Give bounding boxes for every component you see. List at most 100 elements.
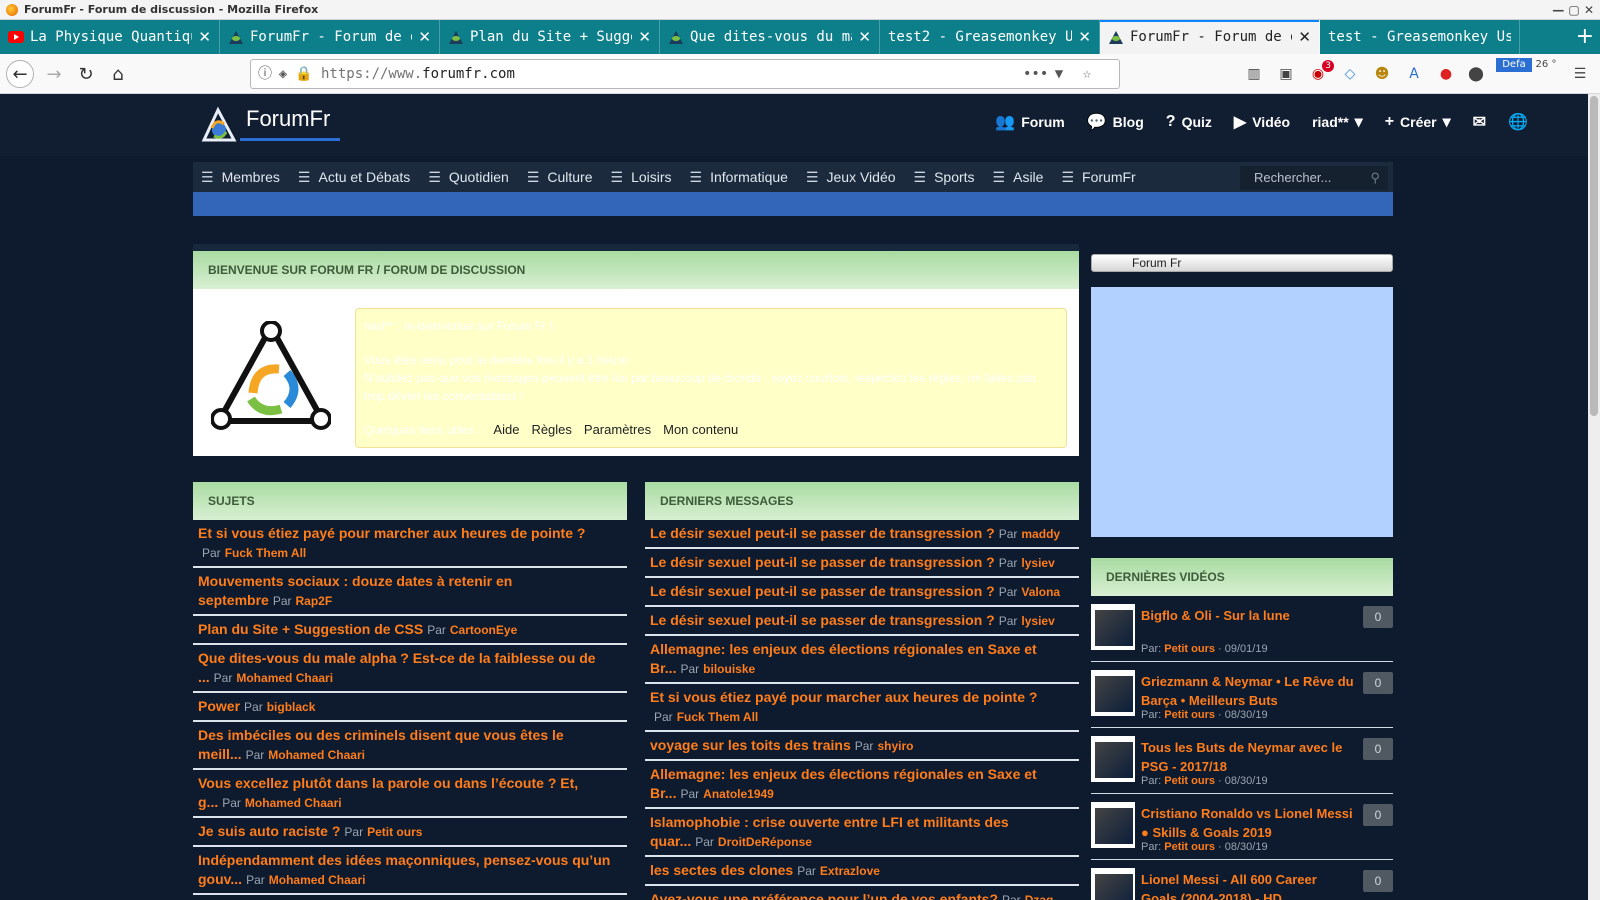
category-loisirs[interactable]: ☰ Loisirs [611, 169, 672, 186]
topic-title-link[interactable]: Plan du Site + Suggestion de CSS [198, 621, 423, 637]
close-tab-icon[interactable]: ✕ [198, 29, 211, 45]
category-culture[interactable]: ☰ Culture [527, 169, 593, 186]
tab-plan-du-site[interactable]: Plan du Site + Sugge ✕ [440, 20, 660, 54]
weather-label[interactable]: Defa [1496, 58, 1532, 72]
category-jeux-video[interactable]: ☰ Jeux Vidéo [806, 169, 896, 186]
topic-title-link[interactable]: Avez-vous une préférence pour l’un de vo… [650, 891, 998, 900]
ublock-icon[interactable]: ◉ 3 [1308, 60, 1334, 84]
video-thumbnail[interactable] [1091, 604, 1135, 650]
author-link[interactable]: lysiev [1021, 556, 1054, 570]
topic-title-link[interactable]: Le désir sexuel peut-il se passer de tra… [650, 554, 995, 570]
author-link[interactable]: Mohamed Chaari [236, 671, 333, 685]
weather-temp[interactable]: 26 ° [1530, 58, 1562, 72]
link-parametres[interactable]: Paramètres [584, 421, 651, 439]
nav-forum[interactable]: 👥 Forum [995, 112, 1064, 132]
close-tab-icon[interactable]: ✕ [1298, 29, 1311, 45]
close-tab-icon[interactable]: ✕ [858, 29, 871, 45]
home-button[interactable]: ⌂ [104, 60, 132, 88]
topic-title-link[interactable]: Mouvements sociaux : douze dates à reten… [198, 573, 512, 608]
close-tab-icon[interactable]: ✕ [418, 29, 431, 45]
author-link[interactable]: Mohamed Chaari [269, 873, 366, 887]
category-actu[interactable]: ☰ Actu et Débats [298, 169, 410, 186]
link-regles[interactable]: Règles [531, 421, 571, 439]
topic-title-link[interactable]: Le désir sexuel peut-il se passer de tra… [650, 583, 995, 599]
topic-title-link[interactable]: les sectes des clones [650, 862, 793, 878]
video-thumbnail[interactable] [1091, 736, 1135, 782]
tab-test2[interactable]: test2 - Greasemonkey Us ✕ [880, 20, 1100, 54]
author-link[interactable]: Anatole1949 [703, 787, 774, 801]
nav-quiz[interactable]: ? Quiz [1166, 113, 1212, 131]
code-extension-icon[interactable]: ◇ [1340, 64, 1360, 84]
back-button[interactable]: ← [6, 60, 34, 88]
search-input[interactable]: Rechercher... ⚲ [1240, 166, 1388, 190]
author-link[interactable]: Extrazlove [820, 864, 880, 878]
logo-text[interactable]: ForumFr [246, 106, 330, 132]
translate-icon[interactable]: A [1404, 64, 1424, 84]
author-link[interactable]: Petit ours [1164, 841, 1215, 853]
tab-male-alpha[interactable]: Que dites-vous du ma ✕ [660, 20, 880, 54]
author-link[interactable]: Petit ours [1164, 775, 1215, 787]
shield-icon[interactable]: ◈ [275, 66, 291, 82]
author-link[interactable]: Petit ours [367, 825, 422, 839]
link-aide[interactable]: Aide [493, 421, 519, 439]
video-thumbnail[interactable] [1091, 670, 1135, 716]
topic-title-link[interactable]: Et si vous étiez payé pour marcher aux h… [650, 689, 1037, 705]
extension-red-icon[interactable]: ● [1436, 64, 1456, 84]
author-link[interactable]: Mohamed Chaari [268, 748, 365, 762]
topic-title-link[interactable]: Power [198, 698, 240, 714]
author-link[interactable]: DroitDeRéponse [718, 835, 812, 849]
sidebar-icon[interactable]: ▣ [1276, 64, 1296, 84]
search-icon[interactable]: ⚲ [1370, 166, 1380, 190]
author-link[interactable]: lysiev [1021, 614, 1054, 628]
page-actions-icon[interactable]: ••• [1023, 66, 1048, 82]
url-bar[interactable]: ⓘ ◈ 🔒 https://www.forumfr.com ••• ▼ ☆ [250, 59, 1120, 89]
author-link[interactable]: bigblack [267, 700, 316, 714]
close-tab-icon[interactable]: ✕ [638, 29, 651, 45]
tab-test[interactable]: test - Greasemonkey Us [1320, 20, 1520, 54]
nav-video[interactable]: ▶ Vidéo [1234, 112, 1290, 132]
topic-title-link[interactable]: Le désir sexuel peut-il se passer de tra… [650, 612, 995, 628]
nav-blog[interactable]: 💬 Blog [1087, 112, 1144, 132]
forward-button[interactable]: → [40, 60, 68, 88]
category-forumfr[interactable]: ☰ ForumFr [1061, 169, 1135, 186]
menu-icon[interactable]: ☰ [1570, 64, 1590, 84]
window-controls[interactable]: — ▢ ✕ [1552, 0, 1594, 20]
author-link[interactable]: maddy [1021, 527, 1060, 541]
link-mon-contenu[interactable]: Mon contenu [663, 421, 738, 439]
video-thumbnail[interactable] [1091, 802, 1135, 848]
close-tab-icon[interactable]: ✕ [1078, 29, 1091, 45]
video-title-link[interactable]: Tous les Buts de Neymar avec le PSG - 20… [1141, 738, 1355, 776]
notifications-button[interactable]: 🌐 [1508, 112, 1528, 132]
pocket-icon[interactable]: ▼ [1051, 66, 1067, 82]
info-icon[interactable]: ⓘ [257, 66, 273, 82]
category-quotidien[interactable]: ☰ Quotidien [428, 169, 509, 186]
tab-forumfr-active[interactable]: ForumFr - Forum de d ✕ [1100, 20, 1320, 54]
author-link[interactable]: bilouiske [703, 662, 755, 676]
video-title-link[interactable]: Bigflo & Oli - Sur la lune [1141, 606, 1355, 625]
author-link[interactable]: Fuck Them All [677, 710, 759, 724]
video-title-link[interactable]: Lionel Messi - All 600 Career Goals (200… [1141, 870, 1355, 900]
video-title-link[interactable]: Griezmann & Neymar • Le Rêve du Barça • … [1141, 672, 1355, 710]
topic-title-link[interactable]: voyage sur les toits des trains [650, 737, 851, 753]
author-link[interactable]: Dzag [1025, 893, 1054, 900]
tab-youtube[interactable]: La Physique Quantique ✕ [0, 20, 220, 54]
author-link[interactable]: Mohamed Chaari [245, 796, 342, 810]
category-sports[interactable]: ☰ Sports [914, 169, 975, 186]
scrollbar-thumb[interactable] [1590, 96, 1598, 416]
author-link[interactable]: CartoonEye [450, 623, 517, 637]
page-scrollbar[interactable] [1588, 94, 1600, 900]
lock-icon[interactable]: 🔒 [295, 66, 312, 82]
topic-title-link[interactable]: Le désir sexuel peut-il se passer de tra… [650, 525, 995, 541]
extension-ball-icon[interactable]: ⬤ [1466, 64, 1486, 84]
video-thumbnail[interactable] [1091, 868, 1135, 900]
library-icon[interactable]: ▥ [1244, 64, 1264, 84]
tab-forumfr-1[interactable]: ForumFr - Forum de d ✕ [220, 20, 440, 54]
reload-button[interactable]: ↻ [72, 60, 100, 88]
category-informatique[interactable]: ☰ Informatique [690, 169, 788, 186]
forumfr-widget-tab[interactable]: Forum Fr [1091, 254, 1393, 272]
nav-user-menu[interactable]: riad** ▾ [1312, 112, 1363, 132]
topic-title-link[interactable]: Je suis auto raciste ? [198, 823, 340, 839]
nav-create[interactable]: + Créer ▾ [1385, 112, 1451, 132]
topic-title-link[interactable]: Et si vous étiez payé pour marcher aux h… [198, 525, 585, 541]
greasemonkey-icon[interactable]: ☻ [1372, 64, 1392, 84]
